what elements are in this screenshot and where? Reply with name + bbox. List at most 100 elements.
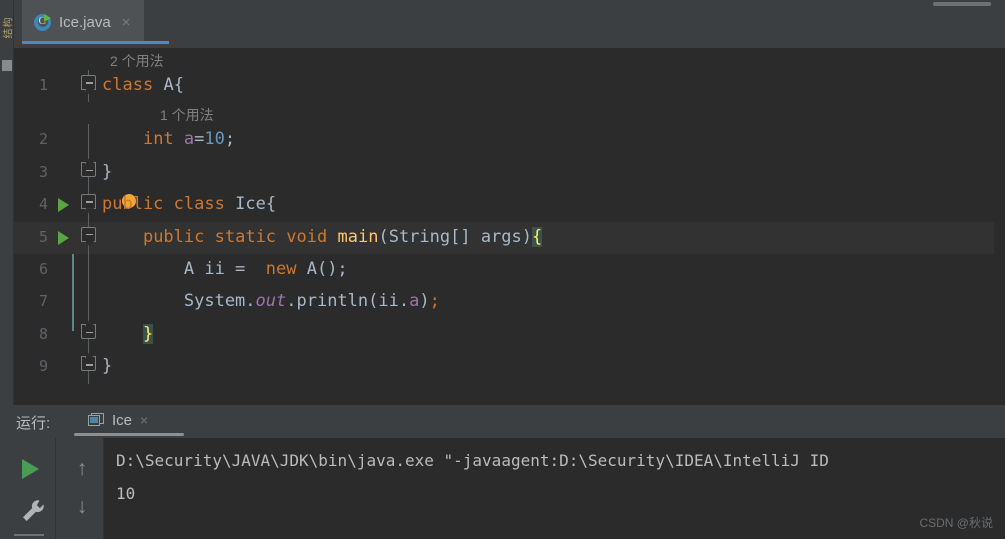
line-number: 8 (38, 324, 48, 343)
code-text: public class Ice{ (102, 194, 276, 214)
gutter-run-icon[interactable] (58, 230, 69, 245)
left-tool-stripe[interactable]: 结构 (0, 0, 15, 405)
code-line[interactable]: 2 1 个用法 int a=10; (14, 107, 1005, 157)
console-line: D:\Security\JAVA\JDK\bin\java.exe "-java… (116, 451, 829, 470)
code-text: } (102, 323, 154, 344)
fold-gutter-line (88, 253, 89, 287)
code-token: void (286, 226, 328, 247)
toolbar-divider (14, 534, 44, 536)
run-tab-ice[interactable]: Ice × (78, 405, 160, 435)
code-token: ) (521, 226, 533, 247)
structure-tool-label[interactable]: 结构 (0, 9, 15, 39)
run-tab-underline (74, 433, 184, 436)
code-token: { (265, 194, 277, 215)
run-icon[interactable] (22, 459, 39, 479)
code-token: String[] args (388, 226, 522, 247)
code-token: a (183, 129, 195, 150)
code-editor[interactable]: 1 2 个用法 class A {2 1 个用法 int a=10; 3} 4 public … (14, 48, 1005, 405)
gutter-run-icon[interactable] (58, 198, 69, 213)
scroll-down-icon[interactable]: ↓ (73, 496, 91, 518)
run-toolbar-primary (0, 438, 56, 539)
code-token: } (102, 356, 113, 377)
fold-gutter-line (88, 286, 89, 319)
code-token: ) (419, 291, 430, 312)
line-number: 1 (38, 76, 48, 94)
code-fold-toggle[interactable] (81, 75, 96, 90)
code-token: Ice (235, 194, 266, 215)
usage-inlay-hint[interactable]: 2 个用法 (110, 51, 164, 71)
code-token: { (532, 226, 543, 247)
editor-tab-ice-java[interactable]: C Ice.java × (22, 0, 145, 44)
editor-tab-title: Ice.java (59, 13, 111, 31)
console-output[interactable]: D:\Security\JAVA\JDK\bin\java.exe "-java… (104, 438, 1005, 539)
line-number: 7 (38, 292, 48, 311)
line-number: 5 (38, 227, 48, 246)
code-token: class (173, 194, 225, 215)
code-token: out (255, 291, 287, 312)
code-token: System. (102, 291, 256, 312)
run-window-header: 运行: Ice × (0, 405, 1005, 438)
code-fold-toggle[interactable] (81, 194, 96, 210)
horizontal-scrollbar[interactable] (933, 2, 991, 6)
code-token: public (102, 194, 164, 215)
run-toolbar-secondary: ↑ ↓ (56, 438, 104, 539)
code-token: ; (429, 291, 440, 312)
watermark: CSDN @秋说 (919, 516, 993, 530)
line-number: 4 (38, 195, 48, 214)
close-icon[interactable]: × (140, 412, 148, 428)
editor-scrollbar[interactable] (994, 48, 1005, 405)
code-fold-toggle[interactable] (81, 356, 96, 372)
code-token: public (142, 226, 205, 247)
code-token: } (102, 161, 113, 182)
editor-tab-bar: C Ice.java × (14, 0, 1005, 48)
code-line[interactable]: 7 System.out.println(ii.a); (14, 286, 1005, 319)
code-line[interactable]: 1 2 个用法 class A{ (14, 53, 1005, 103)
active-tab-underline (22, 41, 169, 44)
code-token: main (337, 226, 379, 247)
code-token: ; (224, 129, 236, 150)
line-number: 9 (38, 357, 48, 376)
code-token: A (163, 75, 174, 95)
code-text: } (102, 162, 112, 182)
code-token: A(); (296, 258, 348, 279)
console-line: 10 (116, 484, 136, 503)
line-number: 2 (38, 130, 48, 149)
fold-gutter-line (88, 124, 89, 157)
code-token: ( (378, 226, 389, 247)
code-token: A ii = (102, 258, 266, 279)
code-fold-toggle[interactable] (81, 161, 96, 177)
run-tab-title: Ice (112, 411, 133, 429)
code-line[interactable]: 6 A ii = new A(); (14, 253, 1005, 287)
java-runnable-class-icon: C (34, 13, 51, 31)
code-token: 10 (204, 129, 225, 150)
line-number: 3 (38, 162, 48, 181)
ide-window: 结构 C Ice.java × 1 2 个用法 class A {2 1 个用法 int… (0, 0, 1005, 539)
tool-window-icon[interactable] (2, 60, 12, 71)
run-window-label: 运行: (16, 415, 51, 432)
code-token: static (214, 226, 277, 247)
code-fold-toggle[interactable] (81, 226, 96, 242)
wrench-icon[interactable] (20, 498, 46, 524)
close-icon[interactable]: × (122, 14, 131, 31)
code-token: = (194, 129, 205, 150)
code-line[interactable]: 9} (14, 351, 1005, 384)
code-line[interactable]: 3} (14, 156, 1005, 190)
scroll-up-icon[interactable]: ↑ (73, 458, 91, 480)
usage-inlay-hint[interactable]: 1 个用法 (160, 105, 214, 125)
code-fold-toggle[interactable] (81, 323, 96, 339)
code-text: public static void main(String[] args){ (102, 226, 543, 247)
code-line[interactable]: 5 public static void main(String[] args)… (14, 221, 1005, 254)
code-token: class (102, 75, 154, 95)
line-number: 6 (38, 259, 48, 278)
code-token: int (142, 129, 174, 150)
code-line[interactable]: 4 public class Ice{ (14, 189, 1005, 222)
code-line[interactable]: 8 } (14, 318, 1005, 352)
